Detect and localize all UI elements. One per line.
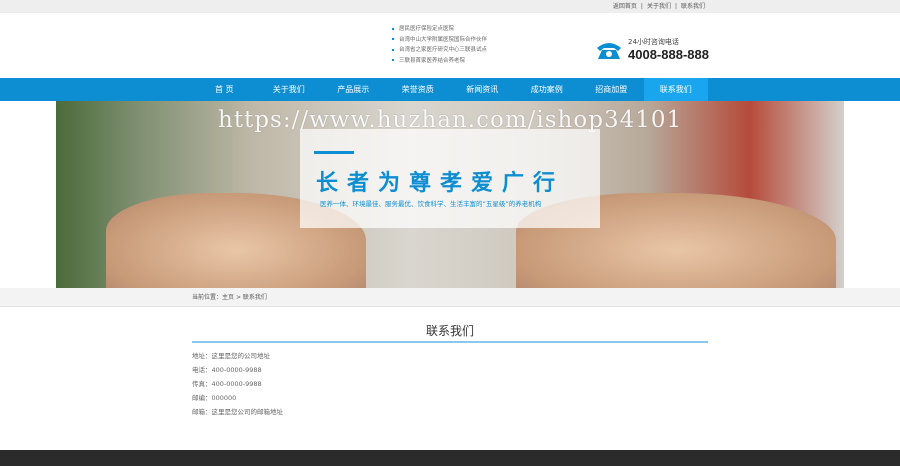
hotline: 24小时咨询电话 4008-888-888	[596, 37, 709, 62]
accent-bar	[314, 151, 354, 154]
postcode: 邮编：000000	[192, 394, 237, 402]
nav-honors[interactable]: 荣誉资质	[386, 78, 451, 101]
title-divider	[192, 341, 708, 343]
feature-list: 居民医疗保险定点医院 台湾中山大学附属医院国际合作伙伴 台湾省之家医疗研究中心三…	[392, 24, 487, 66]
nav-news[interactable]: 新闻资讯	[450, 78, 515, 101]
hotline-number: 4008-888-888	[628, 47, 709, 62]
contact-info: 地址：这里是您的公司地址 电话：400-0000-9988 传真：400-000…	[192, 349, 283, 419]
header: 居民医疗保险定点医院 台湾中山大学附属医院国际合作伙伴 台湾省之家医疗研究中心三…	[0, 13, 900, 78]
nav-cases[interactable]: 成功案例	[515, 78, 580, 101]
feature-item: 居民医疗保险定点医院	[392, 24, 487, 35]
banner-panel: 长者为尊孝爱广行 医养一体、环境最佳、服务最优、饮食科学、生活丰富的“五星级”的…	[300, 129, 600, 228]
separator: |	[640, 3, 643, 10]
link-contact[interactable]: 联系我们	[681, 3, 705, 10]
breadcrumb: 当前位置：主页 > 联系我们	[0, 288, 900, 307]
email: 邮箱：这里是您公司的邮箱地址	[192, 408, 283, 416]
nav-products[interactable]: 产品展示	[321, 78, 386, 101]
link-about[interactable]: 关于我们	[647, 3, 671, 10]
banner-subtitle: 医养一体、环境最佳、服务最优、饮食科学、生活丰富的“五星级”的养老机构	[320, 200, 542, 208]
breadcrumb-label: 当前位置：	[192, 294, 223, 301]
hotline-label: 24小时咨询电话	[628, 38, 679, 46]
breadcrumb-current: 联系我们	[242, 294, 267, 301]
breadcrumb-arrow: >	[235, 294, 241, 301]
nav-home[interactable]: 首 页	[192, 78, 257, 101]
banner-title: 长者为尊孝爱广行	[316, 171, 565, 196]
feature-item: 台湾省之家医疗研究中心三联县试点	[392, 45, 487, 56]
fax: 传真：400-0000-9988	[192, 380, 262, 388]
feature-item: 台湾中山大学附属医院国际合作伙伴	[392, 35, 487, 46]
footer	[0, 450, 900, 466]
nav-contact[interactable]: 联系我们	[643, 78, 708, 101]
phone-icon	[597, 42, 621, 59]
nav-franchise[interactable]: 招商加盟	[579, 78, 644, 101]
main-nav: 首 页 关于我们 产品展示 荣誉资质 新闻资讯 成功案例 招商加盟 联系我们	[0, 78, 900, 101]
separator: |	[674, 3, 677, 10]
address: 地址：这里是您的公司地址	[192, 352, 270, 360]
nav-about[interactable]: 关于我们	[257, 78, 322, 101]
feature-item: 三联县首家医养结合养老院	[392, 56, 487, 67]
link-home[interactable]: 返回首页	[613, 3, 637, 10]
top-bar: 返回首页 | 关于我们 | 联系我们	[0, 0, 900, 13]
phone: 电话：400-0000-9988	[192, 366, 262, 374]
breadcrumb-home[interactable]: 主页	[222, 294, 234, 301]
page-title: 联系我们	[425, 324, 474, 338]
hero-banner: https://www.huzhan.com/ishop34101 长者为尊孝爱…	[56, 101, 844, 288]
